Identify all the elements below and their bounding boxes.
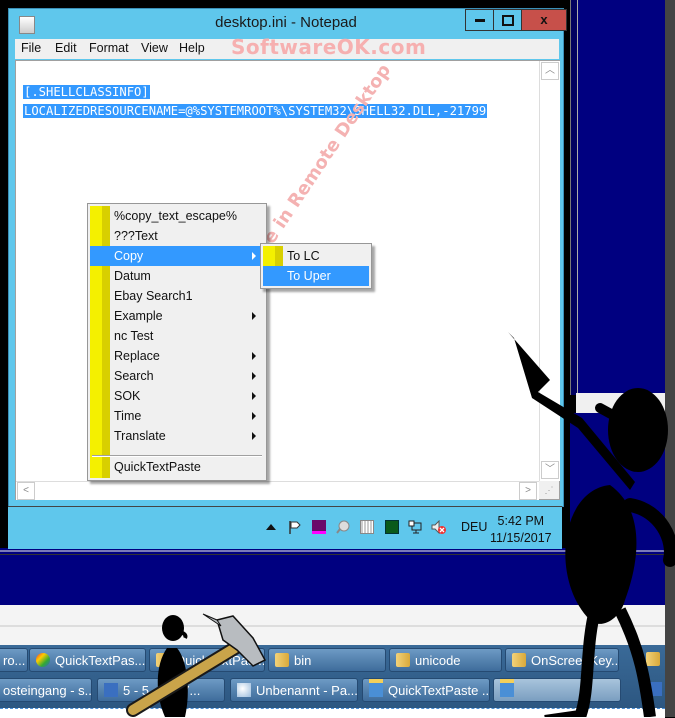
- green-app-icon[interactable]: [385, 520, 399, 534]
- remote-desktop-icon: [104, 683, 118, 697]
- text-line: [.SHELLCLASSINFO]: [23, 85, 150, 99]
- editor-content[interactable]: [.SHELLCLASSINFO] LOCALIZEDRESOURCENAME=…: [23, 83, 488, 121]
- menu-item-replace[interactable]: Replace: [90, 346, 264, 366]
- folder-icon: [396, 653, 410, 667]
- network-icon[interactable]: [408, 520, 422, 534]
- menu-item-label: To LC: [287, 249, 320, 263]
- text-line: LOCALIZEDRESOURCENAME=@%SYSTEMROOT%\SYST…: [23, 104, 488, 118]
- menu-item-search[interactable]: Search: [90, 366, 264, 386]
- taskbar-button-label: ro...: [3, 653, 26, 668]
- taskbar-button-mail[interactable]: osteingang - s...: [0, 678, 92, 702]
- menu-item-example[interactable]: Example: [90, 306, 264, 326]
- magnifier-icon[interactable]: [336, 520, 350, 534]
- figure-head: [162, 615, 184, 641]
- menu-item-label: Ebay Search1: [114, 289, 193, 303]
- submenu-arrow-icon: [252, 392, 256, 400]
- taskbar-button-label: unicode: [415, 653, 461, 668]
- context-menu: %copy_text_escape% ???Text Copy Datum Ebay S…: [87, 203, 267, 481]
- submenu-arrow-icon: [252, 312, 256, 320]
- menu-item-label: Replace: [114, 349, 160, 363]
- menu-item-label: %copy_text_escape%: [114, 209, 237, 223]
- submenu-arrow-icon: [252, 432, 256, 440]
- language-indicator[interactable]: DEU: [461, 520, 487, 534]
- close-icon: x: [540, 12, 548, 27]
- menu-item-quicktextpaste[interactable]: QuickTextPaste: [90, 457, 264, 477]
- volume-muted-icon[interactable]: [431, 519, 446, 535]
- grid-app-icon[interactable]: [360, 520, 374, 534]
- folder-icon: [275, 653, 289, 667]
- scroll-up-icon[interactable]: ︿: [541, 62, 559, 80]
- purple-app-icon[interactable]: [312, 520, 326, 534]
- menu-item-label: QuickTextPaste: [114, 460, 201, 474]
- remote-taskbar-tray: DEU 5:42 PM 11/15/2017: [8, 506, 562, 549]
- submenu-arrow-icon: [252, 372, 256, 380]
- menu-item-label: To Uper: [287, 269, 331, 283]
- menu-item-label: ???Text: [114, 229, 158, 243]
- maximize-button[interactable]: [493, 9, 521, 31]
- keyboard-icon: [369, 679, 383, 697]
- stick-figure-pointing: [508, 332, 675, 717]
- menu-format[interactable]: Format: [89, 41, 129, 55]
- menu-item-datum[interactable]: Datum: [90, 266, 264, 286]
- taskbar-button-label: QuickTextPaste ...: [388, 683, 490, 698]
- menu-edit[interactable]: Edit: [55, 41, 77, 55]
- menu-item-label: Copy: [114, 249, 144, 263]
- figure-head: [608, 388, 668, 472]
- copy-submenu: To LC To Uper: [260, 243, 372, 289]
- close-button[interactable]: x: [521, 9, 567, 31]
- menu-view[interactable]: View: [141, 41, 168, 55]
- taskbar-button-unicode[interactable]: unicode: [389, 648, 502, 672]
- menu-item-text[interactable]: ???Text: [90, 226, 264, 246]
- menu-item-nc-test[interactable]: nc Test: [90, 326, 264, 346]
- quicktextpaste-icon: [36, 653, 50, 667]
- scroll-left-icon[interactable]: <: [17, 482, 35, 500]
- menu-item-label: Example: [114, 309, 163, 323]
- action-center-flag-icon[interactable]: [288, 520, 302, 534]
- menu-item-label: Time: [114, 409, 142, 423]
- minimize-icon: [474, 19, 485, 23]
- taskbar-button[interactable]: ro...: [0, 648, 28, 672]
- submenu-item-to-lc[interactable]: To LC: [263, 246, 369, 266]
- menu-item-copy[interactable]: Copy: [90, 246, 264, 266]
- taskbar-button-quicktextpaste-2[interactable]: QuickTextPaste ...: [362, 678, 490, 702]
- taskbar-button-bin[interactable]: bin: [268, 648, 386, 672]
- submenu-arrow-icon: [252, 252, 256, 260]
- menu-item-label: SOK: [114, 389, 141, 403]
- menu-item-label: Search: [114, 369, 154, 383]
- menu-item-copy-text-escape[interactable]: %copy_text_escape%: [90, 206, 264, 226]
- menu-item-translate[interactable]: Translate: [90, 426, 264, 446]
- menu-help[interactable]: Help: [179, 41, 205, 55]
- stick-figure-hammer: [126, 613, 267, 717]
- menu-item-label: Translate: [114, 429, 166, 443]
- menu-item-ebay-search1[interactable]: Ebay Search1: [90, 286, 264, 306]
- horizontal-scrollbar[interactable]: < >: [16, 481, 539, 500]
- menu-item-label: nc Test: [114, 329, 154, 343]
- submenu-item-to-uper[interactable]: To Uper: [263, 266, 369, 286]
- menu-item-time[interactable]: Time: [90, 406, 264, 426]
- minimize-button[interactable]: [465, 9, 493, 31]
- menu-file[interactable]: File: [21, 41, 41, 55]
- maximize-icon: [501, 15, 514, 27]
- show-hidden-icons-icon[interactable]: [266, 524, 276, 530]
- taskbar-button-label: osteingang - s...: [3, 683, 92, 698]
- menu-item-sok[interactable]: SOK: [90, 386, 264, 406]
- watermark-softwareok: SoftwareOK.com: [231, 35, 427, 59]
- submenu-arrow-icon: [252, 412, 256, 420]
- menu-item-label: Datum: [114, 269, 151, 283]
- submenu-arrow-icon: [252, 352, 256, 360]
- taskbar-button-label: bin: [294, 653, 312, 668]
